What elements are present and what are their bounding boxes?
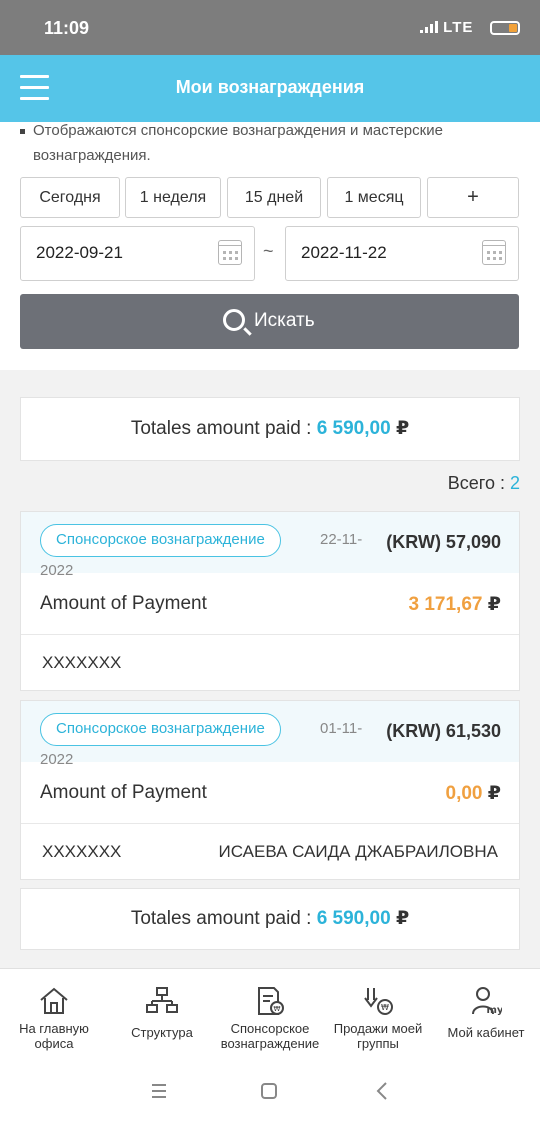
date-from-field[interactable]: 2022-09-21 xyxy=(20,226,255,281)
reward-card-header: Спонсорское вознаграждение 01-11- 2022 (… xyxy=(21,701,519,768)
records-count: Всего : 2 xyxy=(448,473,520,494)
reward-type-badge: Спонсорское вознаграждение xyxy=(40,713,281,746)
nav-my-cabinet[interactable]: my Мой кабинет xyxy=(432,969,540,1065)
sponsor-reward-icon: ₩ xyxy=(258,987,284,1015)
totals-amount: 6 590,00 xyxy=(316,908,391,929)
my-cabinet-icon: my xyxy=(472,987,502,1016)
system-nav-bar xyxy=(0,1060,540,1122)
reward-type-badge: Спонсорское вознаграждение xyxy=(40,524,281,557)
nav-home-label: На главную офиса xyxy=(19,1021,89,1051)
notice-text: Отображаются спонсорские вознаграждения … xyxy=(20,118,520,168)
svg-text:₩: ₩ xyxy=(381,1003,389,1012)
status-time: 11:09 xyxy=(44,18,90,38)
nav-home[interactable]: На главную офиса xyxy=(0,969,108,1065)
nav-sponsor-reward[interactable]: ₩ Спонсорское вознаграждение xyxy=(216,969,324,1065)
group-sales-icon: ₩ xyxy=(364,988,393,1015)
count-label: Всего : xyxy=(447,473,510,493)
member-code: XXXXXXX xyxy=(42,653,122,672)
reward-krw-amount: (KRW) 61,530 xyxy=(386,721,501,741)
svg-text:₩: ₩ xyxy=(274,1005,281,1013)
totals-label: Totales amount paid : xyxy=(130,418,317,439)
notice-line-1: Отображаются спонсорские вознаграждения … xyxy=(33,122,443,139)
member-name: ИСАЕВА САИДА ДЖАБРАИЛОВНА xyxy=(218,842,498,861)
filter-panel: Отображаются спонсорские вознаграждения … xyxy=(0,122,540,370)
search-icon xyxy=(223,309,245,331)
reward-card-header: Спонсорское вознаграждение 22-11- 2022 (… xyxy=(21,512,519,579)
network-type: LTE xyxy=(443,19,474,36)
nav-structure[interactable]: Структура xyxy=(108,969,216,1065)
reward-date: 01-11- xyxy=(320,720,363,737)
nav-group-sales[interactable]: ₩ Продажи моей группы xyxy=(324,969,432,1065)
battery-icon xyxy=(490,21,520,35)
date-to-field[interactable]: 2022-11-22 xyxy=(285,226,519,281)
payment-value: 0,00 xyxy=(445,783,483,804)
member-code: XXXXXXX xyxy=(42,842,122,861)
totals-amount: 6 590,00 xyxy=(316,418,391,439)
search-button[interactable]: Искать xyxy=(20,294,519,349)
nav-group-sales-label: Продажи моей группы xyxy=(333,1021,423,1051)
app-bar: Мои вознаграждения xyxy=(0,55,540,122)
bullet-icon xyxy=(20,128,25,134)
reward-krw-amount: (KRW) 57,090 xyxy=(386,532,501,552)
period-today-button[interactable]: Сегодня xyxy=(20,177,120,218)
network-indicator: LTE xyxy=(420,19,473,36)
signal-icon xyxy=(420,21,438,33)
calendar-icon[interactable] xyxy=(218,240,242,265)
reward-card[interactable]: Спонсорское вознаграждение 22-11- 2022 (… xyxy=(20,511,520,691)
payment-row: Amount of Payment 0,00 ₽ xyxy=(21,762,519,824)
member-row: XXXXXXX xyxy=(21,635,519,690)
totals-currency: ₽ xyxy=(395,418,410,439)
nav-structure-label: Структура xyxy=(131,1025,193,1040)
nav-my-cabinet-label: Мой кабинет xyxy=(447,1025,525,1040)
payment-label: Amount of Payment xyxy=(40,593,207,614)
totals-currency: ₽ xyxy=(395,908,410,929)
home-icon xyxy=(40,987,68,1014)
payment-value: 3 171,67 xyxy=(408,594,483,615)
reward-date: 22-11- xyxy=(320,531,363,548)
totals-label: Totales amount paid : xyxy=(130,908,317,929)
totals-card-top: Totales amount paid : 6 590,00 ₽ xyxy=(20,397,520,461)
search-button-label: Искать xyxy=(254,310,315,331)
structure-icon xyxy=(146,987,178,1013)
calendar-icon[interactable] xyxy=(482,240,506,265)
period-more-button[interactable]: + xyxy=(427,177,519,218)
reward-card[interactable]: Спонсорское вознаграждение 01-11- 2022 (… xyxy=(20,700,520,880)
member-row: XXXXXXX ИСАЕВА САИДА ДЖАБРАИЛОВНА xyxy=(21,824,519,879)
date-separator: ~ xyxy=(263,241,274,261)
home-nav-icon[interactable] xyxy=(256,1078,282,1104)
status-bar: 11:09 LTE xyxy=(0,0,540,55)
recent-apps-icon[interactable] xyxy=(146,1078,172,1104)
back-icon[interactable] xyxy=(370,1078,396,1104)
payment-amount: 0,00 ₽ xyxy=(446,782,502,805)
count-value: 2 xyxy=(509,473,520,493)
payment-amount: 3 171,67 ₽ xyxy=(409,593,501,616)
nav-sponsor-reward-label: Спонсорское вознаграждение xyxy=(220,1021,320,1051)
svg-text:my: my xyxy=(487,1005,502,1016)
period-week-button[interactable]: 1 неделя xyxy=(125,177,221,218)
date-from-value: 2022-09-21 xyxy=(36,243,123,262)
period-15days-button[interactable]: 15 дней xyxy=(227,177,321,218)
totals-card-bottom: Totales amount paid : 6 590,00 ₽ xyxy=(20,888,520,950)
payment-row: Amount of Payment 3 171,67 ₽ xyxy=(21,573,519,635)
page-title: Мои вознаграждения xyxy=(175,77,365,97)
payment-currency: ₽ xyxy=(487,594,501,615)
date-to-value: 2022-11-22 xyxy=(301,243,387,262)
payment-currency: ₽ xyxy=(487,783,501,804)
notice-line-2: вознаграждения. xyxy=(33,147,151,164)
period-month-button[interactable]: 1 месяц xyxy=(327,177,421,218)
payment-label: Amount of Payment xyxy=(40,782,207,803)
